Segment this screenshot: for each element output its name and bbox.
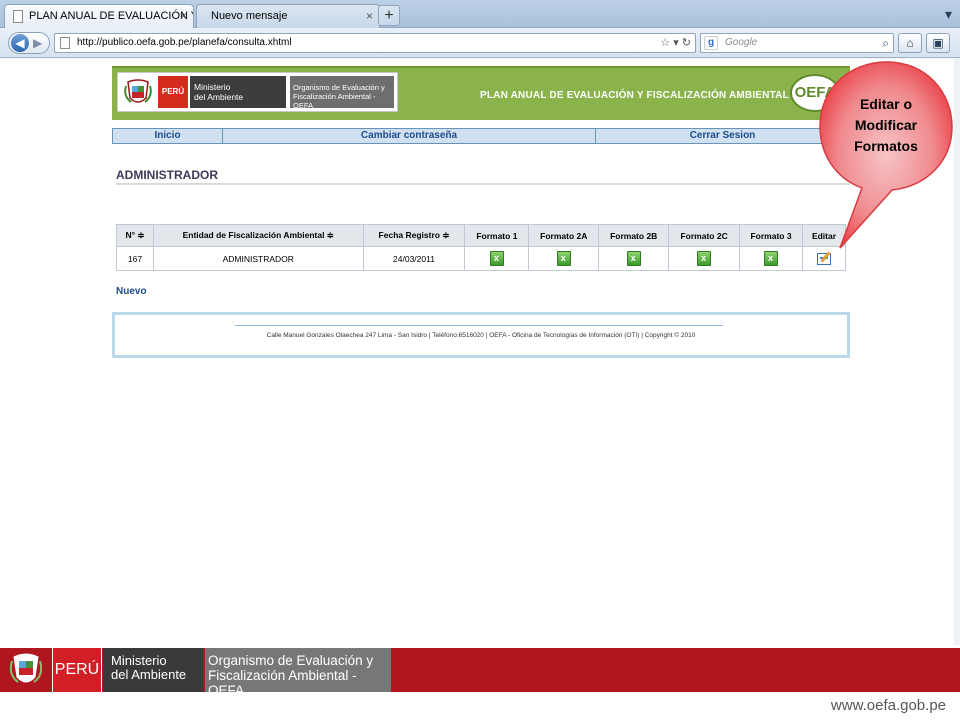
coat-of-arms-icon xyxy=(9,653,43,683)
site-footer: Calle Manuel Gonzales Olaechea 247 Lima … xyxy=(112,312,850,358)
table-row: 167 ADMINISTRADOR 24/03/2011 xyxy=(116,246,847,271)
column-header-entidad[interactable]: Entidad de Fiscalización Ambiental ≑ xyxy=(152,224,364,247)
close-icon[interactable]: × xyxy=(366,9,373,23)
search-input[interactable]: g Google ⌕ xyxy=(700,33,894,53)
banner-ministerio-label: Ministerio del Ambiente xyxy=(103,648,203,692)
search-icon[interactable]: ⌕ xyxy=(882,34,889,52)
ministerio-label: Ministerio del Ambiente xyxy=(190,76,286,108)
column-header-formato-2b: Formato 2B xyxy=(598,224,670,247)
url-text: http://publico.oefa.gob.pe/planefa/consu… xyxy=(77,37,292,48)
menu-item-cambiar-contrasena[interactable]: Cambiar contraseña xyxy=(223,129,596,143)
site-header: PERÚ Ministerio del Ambiente Organismo d… xyxy=(112,66,850,120)
cell-formato-2a xyxy=(528,246,600,271)
nuevo-link[interactable]: Nuevo xyxy=(116,286,147,297)
footer-address: Calle Manuel Gonzales Olaechea 247 Lima … xyxy=(266,332,696,339)
main-menu: Inicio Cambiar contraseña Cerrar Sesion xyxy=(112,128,850,144)
page-icon xyxy=(60,37,70,49)
excel-icon[interactable] xyxy=(489,251,504,266)
search-placeholder: Google xyxy=(725,37,758,48)
vertical-scrollbar[interactable] xyxy=(954,59,960,645)
screenshot-root: PLAN ANUAL DE EVALUACIÓN Y FIS... × Nuev… xyxy=(0,0,960,720)
home-button[interactable]: ⌂ xyxy=(898,33,922,53)
excel-icon[interactable] xyxy=(556,251,571,266)
tab-label: PLAN ANUAL DE EVALUACIÓN Y FIS... xyxy=(29,10,193,22)
tab-nuevo-mensaje[interactable]: Nuevo mensaje × xyxy=(196,4,380,28)
banner-organismo-label: Organismo de Evaluación y Fiscalización … xyxy=(205,648,391,698)
column-header-editar: Editar xyxy=(801,224,847,247)
cell-fecha: 24/03/2011 xyxy=(362,246,466,271)
government-logo-block: PERÚ Ministerio del Ambiente Organismo d… xyxy=(117,72,398,112)
column-header-formato-1: Formato 1 xyxy=(464,224,530,247)
column-header-fecha[interactable]: Fecha Registro ≑ xyxy=(362,224,466,247)
excel-icon[interactable] xyxy=(697,251,712,266)
addon-button[interactable]: ▣ xyxy=(926,33,950,53)
cell-entidad: ADMINISTRADOR xyxy=(152,246,364,271)
banner-peru-label: PERÚ xyxy=(52,648,102,692)
browser-tabbar: PLAN ANUAL DE EVALUACIÓN Y FIS... × Nuev… xyxy=(0,0,960,28)
cell-formato-3 xyxy=(739,246,803,271)
peru-label: PERÚ xyxy=(158,76,188,108)
cell-formato-2c xyxy=(668,246,741,271)
close-icon[interactable]: × xyxy=(180,9,187,23)
menu-item-inicio[interactable]: Inicio xyxy=(113,129,223,143)
table-header-row: N° ≑ Entidad de Fiscalización Ambiental … xyxy=(116,224,847,247)
forward-arrow-icon[interactable]: ▶ xyxy=(33,34,42,52)
site-title: PLAN ANUAL DE EVALUACIÓN Y FISCALIZACIÓN… xyxy=(480,90,789,101)
heading-divider xyxy=(116,183,850,185)
column-header-formato-2c: Formato 2C xyxy=(668,224,741,247)
new-tab-button[interactable]: + xyxy=(378,5,400,26)
callout-text: Editar o Modificar Formatos xyxy=(854,96,918,154)
tab-plan-anual[interactable]: PLAN ANUAL DE EVALUACIÓN Y FIS... × xyxy=(4,4,194,28)
excel-icon[interactable] xyxy=(626,251,641,266)
cell-formato-1 xyxy=(464,246,530,271)
cell-editar xyxy=(801,246,847,271)
banner-url: www.oefa.gob.pe xyxy=(830,697,946,714)
coat-of-arms-icon xyxy=(124,79,152,103)
edit-icon[interactable] xyxy=(816,252,831,265)
column-header-formato-3: Formato 3 xyxy=(739,224,803,247)
window-menu-icon[interactable]: ▾ xyxy=(945,6,952,23)
page-title: ADMINISTRADOR xyxy=(116,168,218,182)
tab-label: Nuevo mensaje xyxy=(211,10,288,22)
organismo-label: Organismo de Evaluación y Fiscalización … xyxy=(290,76,394,110)
formats-table: N° ≑ Entidad de Fiscalización Ambiental … xyxy=(116,224,847,271)
browser-navbar: ◀ ▶ http://publico.oefa.gob.pe/planefa/c… xyxy=(0,28,960,58)
google-icon[interactable]: g xyxy=(704,36,718,50)
page-icon xyxy=(13,10,23,23)
address-bar[interactable]: http://publico.oefa.gob.pe/planefa/consu… xyxy=(54,33,696,53)
bookmark-reload-icons[interactable]: ☆ ▾ ↻ xyxy=(660,34,691,52)
column-header-formato-2a: Formato 2A xyxy=(528,224,600,247)
menu-item-cerrar-sesion[interactable]: Cerrar Sesion xyxy=(596,129,849,143)
back-forward-group: ◀ ▶ xyxy=(8,32,50,54)
footer-divider xyxy=(235,325,723,326)
column-header-numero[interactable]: N° ≑ xyxy=(116,224,154,247)
back-arrow-icon[interactable]: ◀ xyxy=(11,34,29,52)
excel-icon[interactable] xyxy=(764,251,779,266)
cell-formato-2b xyxy=(598,246,670,271)
slide-banner: PERÚ Ministerio del Ambiente Organismo d… xyxy=(0,645,960,720)
cell-numero: 167 xyxy=(116,246,154,271)
